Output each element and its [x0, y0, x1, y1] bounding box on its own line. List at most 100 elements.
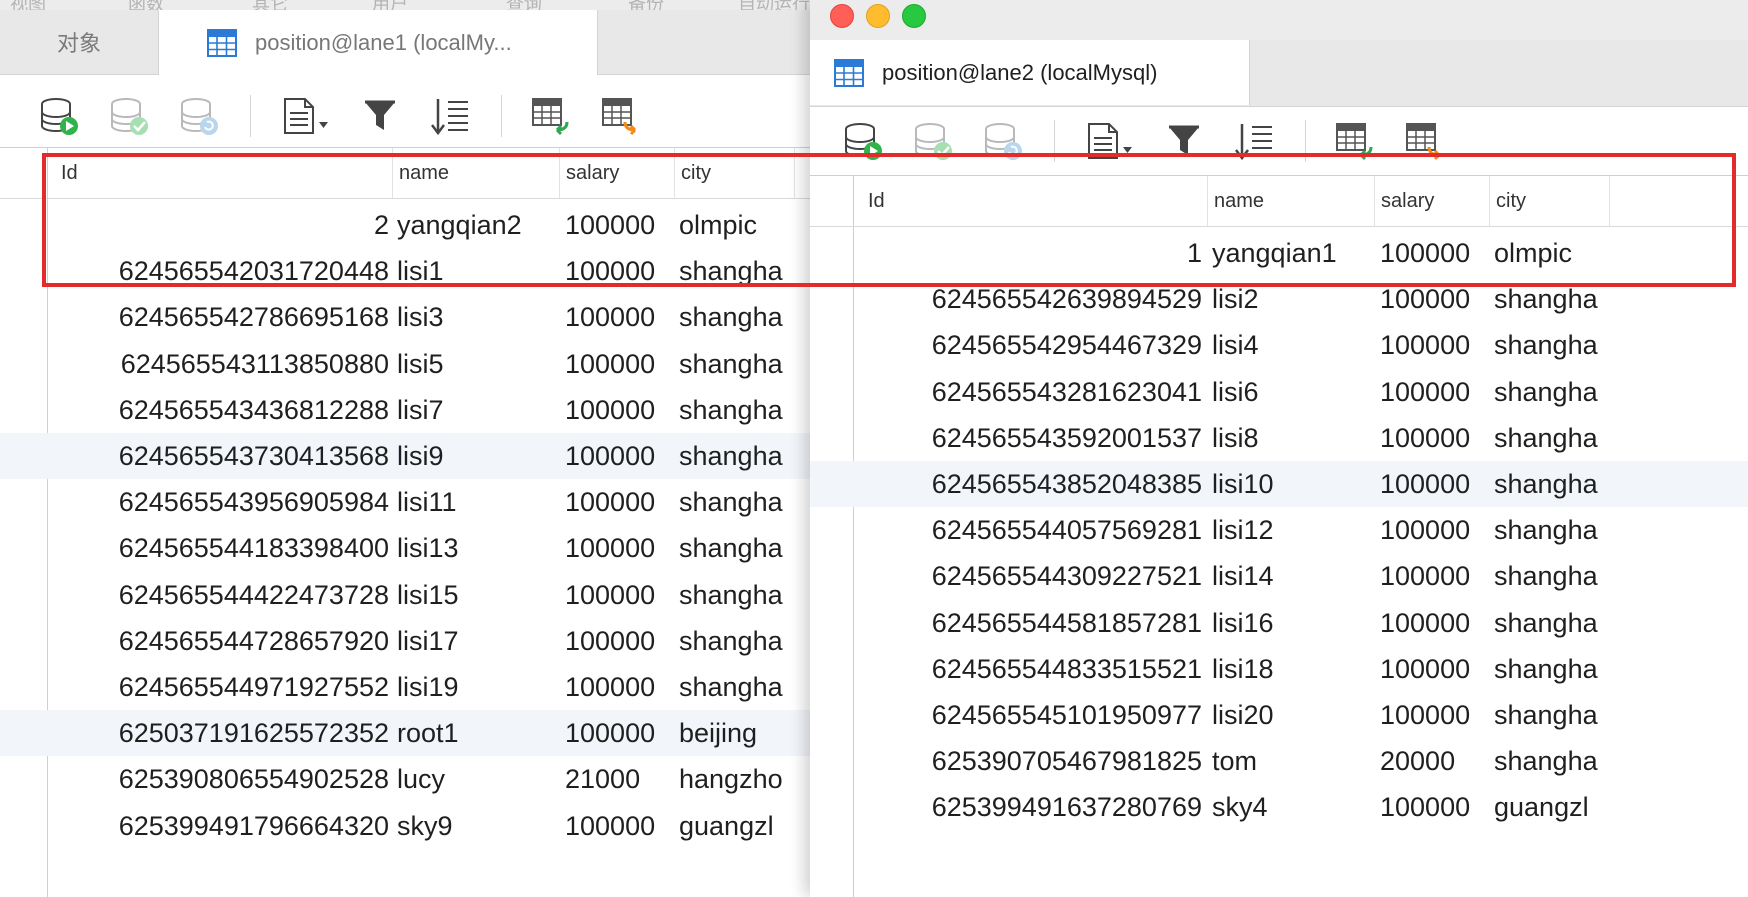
cell-id[interactable]: 624565544057569281 [862, 507, 1202, 553]
cell-id[interactable]: 624565543956905984 [55, 479, 389, 525]
database-run-icon[interactable] [36, 93, 82, 139]
cell-id[interactable]: 624565544183398400 [55, 525, 389, 571]
cell-city[interactable]: shangha [679, 294, 783, 340]
table-row[interactable]: 625399491796664320 sky9 100000 guangzl [0, 803, 830, 849]
cell-city[interactable]: shangha [679, 525, 783, 571]
cell-name[interactable]: lisi6 [1212, 369, 1370, 415]
cell-id[interactable]: 624565544971927552 [55, 664, 389, 710]
cell-id[interactable]: 625390806554902528 [55, 756, 389, 802]
sort-icon[interactable] [1231, 118, 1277, 164]
cell-city[interactable]: guangzl [1494, 784, 1604, 830]
export-table-icon[interactable] [1402, 118, 1448, 164]
cell-id[interactable]: 624565543592001537 [862, 415, 1202, 461]
cell-city[interactable]: olmpic [679, 202, 783, 248]
table-row[interactable]: 624565542031720448 lisi1 100000 shangha [0, 248, 830, 294]
cell-city[interactable]: beijing [679, 710, 783, 756]
table-row[interactable]: 624565543436812288 lisi7 100000 shangha [0, 387, 830, 433]
cell-city[interactable]: shangha [679, 572, 783, 618]
column-header-id[interactable]: Id [55, 148, 393, 198]
cell-id[interactable]: 624565543113850880 [55, 341, 389, 387]
cell-salary[interactable]: 100000 [1380, 230, 1492, 276]
table-row[interactable]: 624565542954467329 lisi4 100000 shangha [810, 322, 1748, 368]
table-row[interactable]: 2 yangqian2 100000 olmpic [0, 202, 830, 248]
menu-item[interactable]: 函数 [128, 0, 164, 10]
menu-item[interactable]: 备份 [628, 0, 664, 10]
cell-salary[interactable]: 100000 [565, 202, 677, 248]
cell-id[interactable]: 625399491637280769 [862, 784, 1202, 830]
cell-id[interactable]: 624565545101950977 [862, 692, 1202, 738]
cell-id[interactable]: 624565543730413568 [55, 433, 389, 479]
tab-objects[interactable]: 对象 [0, 10, 158, 74]
cell-city[interactable]: shangha [1494, 369, 1604, 415]
cell-city[interactable]: shangha [679, 664, 783, 710]
cell-name[interactable]: lisi1 [397, 248, 555, 294]
database-commit-icon[interactable] [910, 118, 956, 164]
table-row[interactable]: 624565544057569281 lisi12 100000 shangha [810, 507, 1748, 553]
cell-salary[interactable]: 100000 [1380, 553, 1492, 599]
cell-id[interactable]: 625399491796664320 [55, 803, 389, 849]
cell-salary[interactable]: 100000 [565, 387, 677, 433]
tab-position-lane2[interactable]: position@lane2 (localMysql) [810, 40, 1250, 105]
cell-salary[interactable]: 100000 [1380, 600, 1492, 646]
cell-salary[interactable]: 100000 [1380, 646, 1492, 692]
cell-name[interactable]: lisi3 [397, 294, 555, 340]
column-header-salary[interactable]: salary [1375, 176, 1490, 226]
column-header-id[interactable]: Id [862, 176, 1208, 226]
cell-salary[interactable]: 100000 [1380, 276, 1492, 322]
document-dropdown-icon[interactable] [277, 93, 333, 139]
export-table-icon[interactable] [598, 93, 644, 139]
database-refresh-icon[interactable] [980, 118, 1026, 164]
cell-id[interactable]: 624565542031720448 [55, 248, 389, 294]
table-row[interactable]: 625399491637280769 sky4 100000 guangzl [810, 784, 1748, 830]
cell-name[interactable]: lisi5 [397, 341, 555, 387]
cell-city[interactable]: shangha [1494, 738, 1604, 784]
database-run-icon[interactable] [840, 118, 886, 164]
import-table-icon[interactable] [1332, 118, 1378, 164]
cell-salary[interactable]: 100000 [1380, 322, 1492, 368]
column-header-city[interactable]: city [1490, 176, 1610, 226]
cell-city[interactable]: shangha [1494, 276, 1604, 322]
cell-salary[interactable]: 100000 [1380, 692, 1492, 738]
cell-city[interactable]: shangha [679, 248, 783, 294]
table-row[interactable]: 624565543113850880 lisi5 100000 shangha [0, 341, 830, 387]
cell-city[interactable]: guangzl [679, 803, 783, 849]
table-row[interactable]: 625390705467981825 tom 20000 shangha [810, 738, 1748, 784]
cell-salary[interactable]: 21000 [565, 756, 677, 802]
table-row[interactable]: 624565545101950977 lisi20 100000 shangha [810, 692, 1748, 738]
cell-name[interactable]: tom [1212, 738, 1370, 784]
table-row[interactable]: 624565544422473728 lisi15 100000 shangha [0, 572, 830, 618]
cell-name[interactable]: lisi12 [1212, 507, 1370, 553]
table-row[interactable]: 624565542786695168 lisi3 100000 shangha [0, 294, 830, 340]
cell-name[interactable]: lisi18 [1212, 646, 1370, 692]
database-refresh-icon[interactable] [176, 93, 222, 139]
cell-city[interactable]: shangha [1494, 322, 1604, 368]
table-row[interactable]: 624565544728657920 lisi17 100000 shangha [0, 618, 830, 664]
cell-name[interactable]: lisi4 [1212, 322, 1370, 368]
cell-id[interactable]: 624565543852048385 [862, 461, 1202, 507]
cell-id[interactable]: 624565544728657920 [55, 618, 389, 664]
cell-city[interactable]: shangha [1494, 415, 1604, 461]
import-table-icon[interactable] [528, 93, 574, 139]
tab-position-lane1[interactable]: position@lane1 (localMy... [158, 10, 598, 75]
table-row[interactable]: 624565544971927552 lisi19 100000 shangha [0, 664, 830, 710]
cell-salary[interactable]: 100000 [565, 479, 677, 525]
menu-item[interactable]: 视图 [10, 0, 46, 10]
cell-salary[interactable]: 100000 [565, 433, 677, 479]
cell-id[interactable]: 1 [862, 230, 1202, 276]
cell-city[interactable]: hangzho [679, 756, 783, 802]
cell-city[interactable]: shangha [679, 387, 783, 433]
cell-name[interactable]: lisi8 [1212, 415, 1370, 461]
table-row[interactable]: 624565544833515521 lisi18 100000 shangha [810, 646, 1748, 692]
cell-city[interactable]: shangha [679, 433, 783, 479]
cell-id[interactable]: 624565542954467329 [862, 322, 1202, 368]
cell-salary[interactable]: 100000 [1380, 369, 1492, 415]
cell-id[interactable]: 624565544422473728 [55, 572, 389, 618]
cell-city[interactable]: shangha [1494, 646, 1604, 692]
column-header-city[interactable]: city [675, 148, 795, 198]
cell-city[interactable]: shangha [1494, 461, 1604, 507]
cell-id[interactable]: 625390705467981825 [862, 738, 1202, 784]
cell-salary[interactable]: 100000 [1380, 415, 1492, 461]
cell-salary[interactable]: 100000 [565, 664, 677, 710]
cell-salary[interactable]: 100000 [565, 803, 677, 849]
table-row[interactable]: 625037191625572352 root1 100000 beijing [0, 710, 830, 757]
